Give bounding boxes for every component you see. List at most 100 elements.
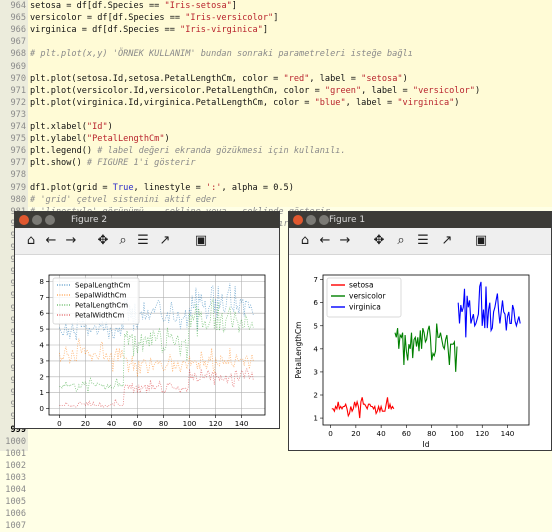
x-tick-label: 20 [81,419,91,428]
figure-2-title: Figure 2 [71,215,108,225]
close-window-button[interactable] [293,215,303,225]
code-text: versicolor = df[df.Species == "Iris-vers… [30,13,279,24]
forward-arrow-icon[interactable]: → [63,233,79,249]
code-line: 964 setosa = df[df.Species == "Iris-setos… [0,0,552,12]
pan-icon[interactable]: ✥ [371,233,387,249]
line-number: 1002 [5,460,26,471]
y-tick-label: 2 [39,372,44,381]
figure-2-titlebar[interactable]: Figure 2 [15,212,279,228]
line-number: 969 [10,61,26,72]
y-tick-label: 0 [39,404,44,413]
x-tick-label: 40 [107,419,117,428]
edit-axis-icon[interactable]: ↗ [439,233,455,249]
x-tick-label: 0 [328,429,333,438]
line-number: 1000 [5,436,26,447]
line-number: 970 [10,73,26,84]
code-line: 973 [0,109,552,121]
x-tick-label: 20 [351,429,361,438]
code-text: plt.plot(virginica.Id,virginica.PetalLen… [30,97,460,108]
x-tick-label: 60 [402,429,412,438]
save-icon[interactable]: ▣ [193,233,209,249]
code-text: plt.legend() # label değeri ekranda gözü… [30,146,346,157]
code-text: plt.show() # FIGURE 1'i gösterir [30,158,196,169]
figure-2-canvas[interactable]: 0 20 40 60 80 100 120 140 0 1 2 3 4 5 6 7 8 SepalLengthCm… [15,255,279,428]
forward-arrow-icon[interactable]: → [337,233,353,249]
figure-1-canvas[interactable]: 0 20 40 60 80 100 120 140 1 2 3 4 5 6 7 Id PetalLengthCm… [289,255,551,450]
line-number: 973 [10,109,26,120]
back-arrow-icon[interactable]: ← [43,233,59,249]
y-tick-label: 6 [313,298,318,307]
line-number: 1004 [5,485,26,495]
back-arrow-icon[interactable]: ← [317,233,333,249]
y-tick-label: 4 [313,344,318,353]
line-number: 964 [10,1,26,11]
minimize-window-button[interactable] [306,215,316,225]
x-tick-label: 80 [159,419,169,428]
line-number: 965 [10,13,26,24]
line-number: 1006 [5,509,26,520]
line-number: 1003 [5,472,26,483]
x-tick-label: 100 [450,429,464,438]
line-number: 966 [10,25,26,36]
code-line: 968 # plt.plot(x,y) 'ÖRNEK KULLANIM' bund… [0,48,552,60]
edit-axis-icon[interactable]: ↗ [157,233,173,249]
figure-1-titlebar[interactable]: Figure 1 [289,212,551,228]
subplots-icon[interactable]: ☰ [415,233,431,249]
x-tick-label: 0 [57,419,62,428]
line-number: 978 [10,170,26,181]
maximize-window-button[interactable] [319,215,329,225]
y-tick-label: 1 [39,388,44,397]
save-icon[interactable]: ▣ [473,233,489,249]
code-line: 969 [0,61,552,73]
line-number: 967 [10,37,26,48]
x-tick-label: 140 [501,429,515,438]
code-line: 978 [0,169,552,181]
pan-icon[interactable]: ✥ [95,233,111,249]
line-number: 968 [10,49,26,60]
code-line: 972 plt.plot(virginica.Id,virginica.Petal… [0,97,552,109]
maximize-window-button[interactable] [45,215,55,225]
home-icon[interactable]: ⌂ [297,233,313,249]
y-tick-label: 7 [39,293,44,302]
x-tick-label: 80 [427,429,437,438]
line-number: 971 [10,85,26,96]
code-text: virginica = df[df.Species == "Iris-virgi… [30,25,269,36]
figure-2-window[interactable]: Figure 2 ⌂ ← → ✥ ⌕ ☰ ↗ ▣ 0 20 40 60 80 100 120… [14,211,280,429]
code-line: 977 plt.show() # FIGURE 1'i gösterir [0,157,552,169]
figure-2-chart: 0 20 40 60 80 100 120 140 0 1 2 3 4 5 6 7 8 SepalLengthCm… [39,274,266,428]
code-line: 976 plt.legend() # label değeri ekranda g… [0,145,552,157]
zoom-icon[interactable]: ⌕ [393,233,409,249]
line-number: 977 [10,158,26,169]
figure-1-chart: 0 20 40 60 80 100 120 140 1 2 3 4 5 6 7 Id PetalLengthCm… [294,274,530,449]
code-text: # 'grid' çetvel sistenini aktif eder [30,194,217,205]
line-number: 1005 [5,497,26,508]
code-line: 965 versicolor = df[df.Species == "Iris-v… [0,12,552,24]
y-tick-label: 3 [313,367,318,376]
y-tick-label: 5 [313,321,318,330]
minimize-window-button[interactable] [32,215,42,225]
figure-1-window[interactable]: Figure 1 ⌂ ← → ✥ ⌕ ☰ ↗ ▣ 0 20 40 60 80 100 120… [288,211,552,451]
legend-label-SepalWidthCm: SepalWidthCm [75,292,127,300]
code-text: plt.xlabel("Id") [30,122,113,132]
legend-label-virginica: virginica [349,303,381,312]
close-window-button[interactable] [19,215,29,225]
code-text: # plt.plot(x,y) 'ÖRNEK KULLANIM' bundan … [30,49,413,60]
code-text: setosa = df[df.Species == "Iris-setosa"] [30,1,237,11]
zoom-icon[interactable]: ⌕ [115,233,131,249]
x-tick-label: 120 [475,429,489,438]
y-tick-label: 7 [313,275,318,284]
code-line: 971 plt.plot(versicolor.Id,versicolor.Pet… [0,85,552,97]
code-line: 975 plt.ylabel("PetalLengthCm") [0,133,552,145]
x-tick-label: 40 [377,429,387,438]
code-line: 980 # 'grid' çetvel sistenini aktif eder [0,194,552,206]
code-line: 970 plt.plot(setosa.Id,setosa.PetalLength… [0,73,552,85]
line-number: 1007 [5,521,26,532]
legend-label-SepalLengthCm: SepalLengthCm [75,282,130,290]
y-tick-label: 5 [39,325,44,334]
legend-label-setosa: setosa [349,281,374,290]
subplots-icon[interactable]: ☰ [135,233,151,249]
y-axis-label: PetalLengthCm [294,322,303,379]
home-icon[interactable]: ⌂ [23,233,39,249]
x-axis-label: Id [423,440,430,449]
code-line: 974 plt.xlabel("Id") [0,121,552,133]
